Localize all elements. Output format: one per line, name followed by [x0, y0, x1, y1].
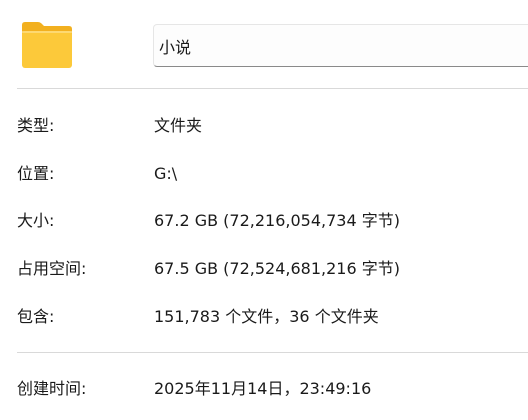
size-label: 大小: [17, 211, 55, 230]
divider [17, 88, 528, 89]
type-value: 文件夹 [154, 116, 203, 135]
location-value: G:\ [154, 164, 178, 183]
folder-name-input[interactable] [153, 24, 528, 67]
created-value: 2025年11月14日，23:49:16 [154, 379, 372, 398]
divider [17, 352, 528, 353]
location-label: 位置: [17, 164, 55, 183]
folder-icon [22, 22, 72, 68]
type-label: 类型: [17, 116, 55, 135]
size-on-disk-label: 占用空间: [17, 259, 87, 278]
size-on-disk-value: 67.5 GB (72,524,681,216 字节) [154, 259, 400, 278]
contains-label: 包含: [17, 307, 55, 326]
size-value: 67.2 GB (72,216,054,734 字节) [154, 211, 400, 230]
contains-value: 151,783 个文件，36 个文件夹 [154, 307, 379, 326]
created-label: 创建时间: [17, 379, 87, 398]
